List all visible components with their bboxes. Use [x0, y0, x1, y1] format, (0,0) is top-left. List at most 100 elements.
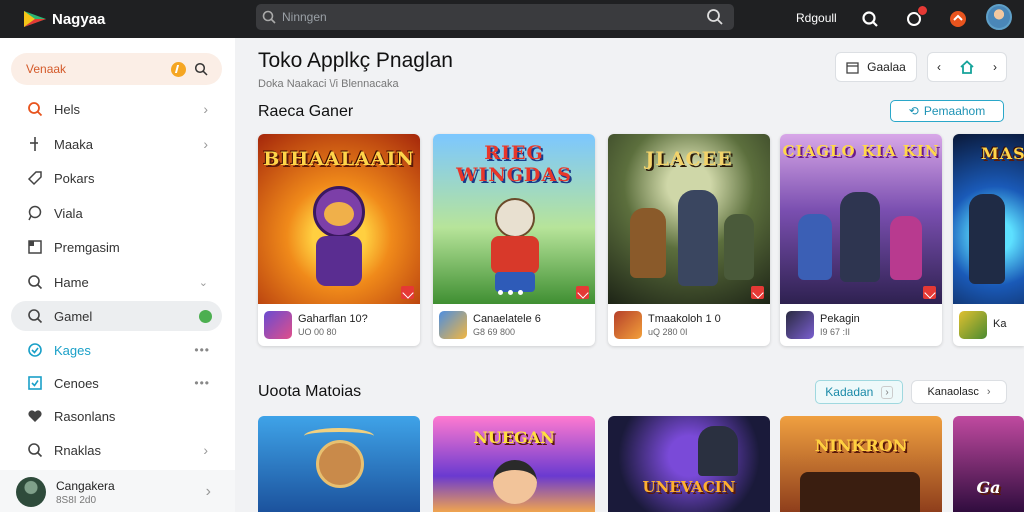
game-card[interactable] — [258, 416, 420, 512]
section2-primary-button[interactable]: Kadadan › — [815, 380, 903, 404]
bookmark-icon[interactable] — [751, 286, 764, 299]
shield-icon — [24, 339, 46, 361]
profile-name: Cangakera — [56, 478, 115, 493]
main-content: Toko Applkç Pnaglan Doka Naakaci \/i Ble… — [235, 38, 1024, 512]
sidebar-item-rasonlans[interactable]: Rasonlans — [11, 401, 222, 431]
section-action-button[interactable]: ⟲ Pemaahom — [890, 100, 1004, 122]
user-avatar[interactable] — [986, 4, 1012, 30]
character-face — [324, 202, 354, 226]
sidebar-item-hame[interactable]: Hame ⌄ — [11, 267, 222, 297]
game-art: BIHAALAAIN — [258, 134, 420, 304]
search-submit-icon[interactable] — [706, 8, 724, 26]
game-art-title: BIHAALAAIN — [263, 148, 415, 170]
app-window: Nagyaa Ninngen Rdgoull Venaak Hels › Maa… — [0, 0, 1024, 512]
more-icon[interactable]: ••• — [194, 376, 210, 390]
sidebar-item-label: Gamel — [54, 308, 93, 324]
game-card[interactable]: NUEGAN — [433, 416, 595, 512]
dot-icon — [508, 290, 513, 295]
search-icon[interactable] — [858, 7, 882, 31]
pin-icon — [24, 133, 46, 155]
chevron-left-icon[interactable]: ‹ — [937, 60, 941, 74]
section-title-more: Uoota Matoias — [258, 383, 362, 400]
game-thumb — [786, 311, 814, 339]
sidebar-item-maaka[interactable]: Maaka › — [11, 129, 222, 159]
carousel-dots[interactable] — [498, 290, 523, 295]
sidebar-item-pokars[interactable]: Pokars — [11, 163, 222, 193]
game-card[interactable]: JLACEE Tmaakoloh 1 0 uQ 280 0I — [608, 134, 770, 346]
check-icon — [24, 372, 46, 394]
sidebar-search-label: Venaak — [26, 62, 67, 76]
bookmark-icon[interactable] — [923, 286, 936, 299]
card-footer: Tmaakoloh 1 0 uQ 280 0I — [608, 304, 770, 346]
sidebar-item-rnaklas[interactable]: Rnaklas › — [11, 435, 222, 465]
game-card[interactable]: UNEVACIN — [608, 416, 770, 512]
game-art-title: JLACEE — [645, 148, 733, 170]
game-name: Canaelatele 6 — [473, 313, 541, 325]
avatar — [16, 477, 46, 507]
game-art-title: NUEGAN — [473, 428, 555, 447]
character-figure — [890, 216, 922, 280]
helmet-wings — [304, 428, 374, 444]
alert-icon[interactable] — [946, 7, 970, 31]
bookmark-icon[interactable] — [401, 286, 414, 299]
sidebar-item-premgasim[interactable]: Premgasim — [11, 232, 222, 262]
sidebar-search[interactable]: Venaak — [11, 53, 222, 85]
app-logo[interactable]: Nagyaa — [22, 10, 222, 28]
card-footer: Pekagin I9 67 :II — [780, 304, 942, 346]
notification-icon[interactable] — [902, 5, 928, 31]
section-title-recent: Raeca Ganer — [258, 103, 354, 120]
tag-icon — [24, 167, 46, 189]
game-name: Gaharflan 10? — [298, 313, 368, 325]
game-card[interactable]: BIHAALAAIN Gaharflan 10? UO 00 80 — [258, 134, 420, 346]
section2-secondary-button[interactable]: Kanaolasc › — [911, 380, 1007, 404]
character-figure — [798, 214, 832, 280]
home-icon[interactable] — [959, 60, 975, 74]
chevron-right-icon[interactable]: › — [993, 60, 997, 74]
page-title: Toko Applkç Pnaglan — [258, 49, 453, 72]
calendar-icon — [846, 61, 859, 74]
more-icon[interactable]: ••• — [194, 343, 210, 357]
sidebar-item-cenoes[interactable]: Cenoes ••• — [11, 368, 222, 398]
bookmark-icon[interactable] — [576, 286, 589, 299]
sidebar-item-viala[interactable]: Viala — [11, 198, 222, 228]
search-icon[interactable] — [194, 62, 208, 76]
sidebar-item-label: Premgasim — [54, 239, 120, 255]
crowd-figures — [800, 472, 920, 512]
refresh-icon: ⟲ — [908, 104, 919, 118]
game-card[interactable]: NINKRON — [780, 416, 942, 512]
image-icon — [24, 236, 46, 258]
game-art-title: CIAGLO KIA KIN — [782, 142, 940, 160]
game-card[interactable]: CIAGLO KIA KIN Pekagin I9 67 :II — [780, 134, 942, 346]
game-meta: G8 69 800 — [473, 327, 516, 337]
chevron-right-icon: › — [881, 385, 893, 399]
game-card[interactable]: Ga — [953, 416, 1024, 512]
chevron-right-icon: › — [203, 101, 208, 117]
character-figure — [840, 192, 880, 282]
game-thumb — [959, 311, 987, 339]
search-icon — [24, 305, 46, 327]
user-label[interactable]: Rdgoull — [796, 11, 837, 25]
grid-view-button[interactable]: Gaalaa — [835, 52, 917, 82]
card-footer: Ka — [953, 304, 1024, 346]
profile-row[interactable]: Cangakera 8S8I 2d0 › — [0, 470, 235, 512]
page-subtitle: Doka Naakaci \/i Blennacaka — [258, 78, 399, 90]
game-art-title: Ga — [976, 478, 1001, 497]
game-art: JLACEE — [608, 134, 770, 304]
search-placeholder: Ninngen — [282, 10, 327, 24]
sidebar-item-label: Maaka — [54, 136, 94, 152]
search-bar[interactable]: Ninngen — [256, 4, 734, 30]
app-name: Nagyaa — [52, 10, 106, 28]
home-nav-group[interactable]: ‹ › — [927, 52, 1007, 82]
chat-icon — [24, 202, 46, 224]
section-action-label: Pemaahom — [923, 104, 986, 118]
game-art-title: NINKRON — [814, 436, 908, 455]
game-card[interactable]: MAS Ka — [953, 134, 1024, 346]
sidebar-item-kages[interactable]: Kages ••• — [11, 335, 222, 365]
game-thumb — [614, 311, 642, 339]
chevron-down-icon: ⌄ — [198, 276, 208, 289]
chevron-right-icon: › — [203, 136, 208, 152]
sidebar-item-gamel[interactable]: Gamel — [11, 301, 222, 331]
profile-sub: 8S8I 2d0 — [56, 494, 97, 506]
game-card[interactable]: RIEG WINGDAS Canaelatele 6 G8 69 800 — [433, 134, 595, 346]
sidebar-item-hels[interactable]: Hels › — [11, 94, 222, 124]
